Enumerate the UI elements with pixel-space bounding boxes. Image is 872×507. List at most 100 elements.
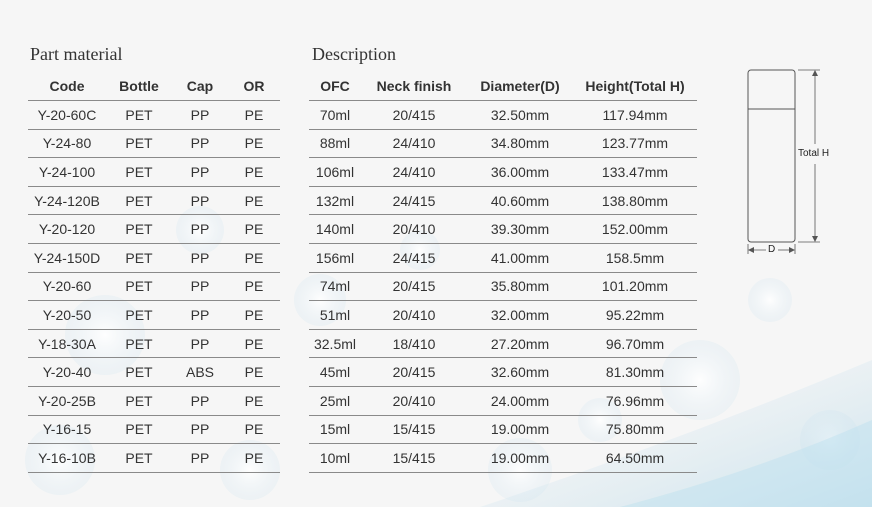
table-row: Y-16-10B PET PP PE <box>28 443 280 473</box>
description-cell: 75.80mm <box>573 415 697 445</box>
table-row: 15ml 15/415 19.00mm 75.80mm <box>309 415 697 445</box>
part-material-cell: PP <box>172 386 228 416</box>
part-material-cell: Y-20-50 <box>28 300 106 330</box>
description-cell: 27.20mm <box>467 329 573 359</box>
part-material-cell: PP <box>172 443 228 473</box>
table-row: Y-20-120 PET PP PE <box>28 214 280 244</box>
part-material-cell: PET <box>106 386 172 416</box>
description-cell: 152.00mm <box>573 214 697 244</box>
table-row: 156ml 24/415 41.00mm 158.5mm <box>309 243 697 273</box>
part-material-cell: Y-20-120 <box>28 214 106 244</box>
part-material-cell: PET <box>106 214 172 244</box>
part-material-cell: Y-16-15 <box>28 415 106 445</box>
column-header-or: OR <box>228 72 280 101</box>
part-material-cell: PE <box>228 157 280 187</box>
part-material-cell: Y-20-60C <box>28 100 106 130</box>
description-cell: 18/410 <box>361 329 467 359</box>
part-material-cell: Y-24-100 <box>28 157 106 187</box>
bottle-outline-icon <box>747 69 820 254</box>
table-header-row: OFC Neck finish Diameter(D) Height(Total… <box>309 72 697 101</box>
table-row: Y-20-25B PET PP PE <box>28 386 280 416</box>
part-material-cell: PE <box>228 300 280 330</box>
column-header-neck-finish: Neck finish <box>361 72 467 101</box>
part-material-cell: PP <box>172 129 228 159</box>
part-material-cell: PE <box>228 214 280 244</box>
part-material-cell: PE <box>228 329 280 359</box>
description-cell: 35.80mm <box>467 272 573 302</box>
description-table: OFC Neck finish Diameter(D) Height(Total… <box>309 72 697 473</box>
column-header-cap: Cap <box>172 72 228 101</box>
part-material-cell: PP <box>172 243 228 273</box>
description-cell: 88ml <box>309 129 361 159</box>
description-cell: 76.96mm <box>573 386 697 416</box>
part-material-cell: Y-18-30A <box>28 329 106 359</box>
table-row: Y-24-120B PET PP PE <box>28 186 280 216</box>
part-material-cell: Y-24-80 <box>28 129 106 159</box>
table-row: Y-18-30A PET PP PE <box>28 329 280 359</box>
description-cell: 70ml <box>309 100 361 130</box>
part-material-cell: PE <box>228 357 280 387</box>
description-cell: 20/415 <box>361 357 467 387</box>
part-material-cell: PE <box>228 129 280 159</box>
part-material-cell: Y-20-40 <box>28 357 106 387</box>
description-cell: 106ml <box>309 157 361 187</box>
part-material-cell: PE <box>228 415 280 445</box>
description-cell: 32.50mm <box>467 100 573 130</box>
description-cell: 64.50mm <box>573 443 697 473</box>
description-cell: 20/415 <box>361 272 467 302</box>
description-cell: 101.20mm <box>573 272 697 302</box>
table-row: 140ml 20/410 39.30mm 152.00mm <box>309 214 697 244</box>
description-cell: 36.00mm <box>467 157 573 187</box>
part-material-rows: Y-20-60C PET PP PE Y-24-80 PET PP PE Y-24-100 PET… <box>28 100 280 473</box>
table-row: 74ml 20/415 35.80mm 101.20mm <box>309 272 697 302</box>
part-material-cell: PP <box>172 157 228 187</box>
description-cell: 133.47mm <box>573 157 697 187</box>
column-header-ofc: OFC <box>309 72 361 101</box>
table-row: 32.5ml 18/410 27.20mm 96.70mm <box>309 329 697 359</box>
part-material-cell: PET <box>106 357 172 387</box>
description-cell: 95.22mm <box>573 300 697 330</box>
description-cell: 132ml <box>309 186 361 216</box>
table-row: 88ml 24/410 34.80mm 123.77mm <box>309 129 697 159</box>
table-row: Y-20-50 PET PP PE <box>28 300 280 330</box>
part-material-cell: PP <box>172 329 228 359</box>
table-row: Y-16-15 PET PP PE <box>28 415 280 445</box>
part-material-cell: Y-16-10B <box>28 443 106 473</box>
description-cell: 138.80mm <box>573 186 697 216</box>
description-cell: 156ml <box>309 243 361 273</box>
table-row: 70ml 20/415 32.50mm 117.94mm <box>309 100 697 130</box>
description-cell: 24.00mm <box>467 386 573 416</box>
part-material-title: Part material <box>30 44 123 64</box>
total-height-label: Total H <box>798 148 830 159</box>
part-material-cell: PET <box>106 443 172 473</box>
part-material-cell: PE <box>228 272 280 302</box>
part-material-cell: PP <box>172 186 228 216</box>
table-row: 51ml 20/410 32.00mm 95.22mm <box>309 300 697 330</box>
description-cell: 32.00mm <box>467 300 573 330</box>
part-material-cell: PE <box>228 100 280 130</box>
part-material-cell: PE <box>228 386 280 416</box>
description-cell: 74ml <box>309 272 361 302</box>
table-row: 25ml 20/410 24.00mm 76.96mm <box>309 386 697 416</box>
part-material-cell: ABS <box>172 357 228 387</box>
description-cell: 15/415 <box>361 443 467 473</box>
part-material-cell: PP <box>172 272 228 302</box>
table-row: 10ml 15/415 19.00mm 64.50mm <box>309 443 697 473</box>
description-cell: 24/415 <box>361 243 467 273</box>
table-row: Y-20-60C PET PP PE <box>28 100 280 130</box>
description-cell: 10ml <box>309 443 361 473</box>
part-material-cell: PP <box>172 214 228 244</box>
description-cell: 96.70mm <box>573 329 697 359</box>
description-cell: 117.94mm <box>573 100 697 130</box>
part-material-cell: Y-24-120B <box>28 186 106 216</box>
description-cell: 15/415 <box>361 415 467 445</box>
part-material-cell: PE <box>228 186 280 216</box>
part-material-cell: PP <box>172 100 228 130</box>
description-cell: 20/410 <box>361 214 467 244</box>
description-cell: 32.60mm <box>467 357 573 387</box>
description-cell: 81.30mm <box>573 357 697 387</box>
part-material-cell: PET <box>106 129 172 159</box>
part-material-cell: PET <box>106 272 172 302</box>
description-cell: 24/410 <box>361 157 467 187</box>
description-cell: 15ml <box>309 415 361 445</box>
